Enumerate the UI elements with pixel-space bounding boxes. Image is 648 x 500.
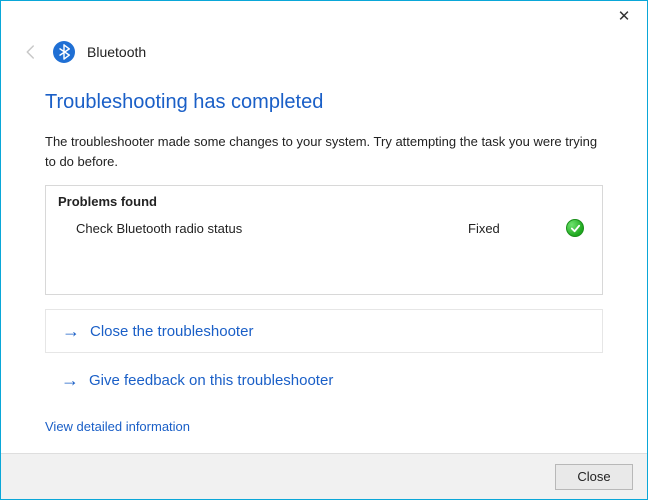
close-button[interactable]: Close [555,464,633,490]
titlebar: ✕ [1,1,647,35]
arrow-right-icon: → [62,322,80,340]
header-row: Bluetooth [1,35,647,63]
problem-name: Check Bluetooth radio status [76,221,468,236]
problem-status-icon-cell [558,219,584,237]
bluetooth-icon [53,41,75,63]
step-title: Troubleshooting has completed [45,91,603,114]
footer: Close [1,453,647,499]
close-icon: ✕ [618,7,631,25]
problem-status: Fixed [468,221,558,236]
arrow-right-icon: → [61,371,79,389]
close-troubleshooter-link[interactable]: → Close the troubleshooter [45,309,603,353]
give-feedback-link[interactable]: → Give feedback on this troubleshooter [45,359,603,401]
problems-found-header: Problems found [58,194,590,209]
close-troubleshooter-label: Close the troubleshooter [90,323,253,340]
step-description: The troubleshooter made some changes to … [45,132,603,171]
wizard-title: Bluetooth [87,44,146,60]
checkmark-icon [566,219,584,237]
back-arrow-icon [21,42,41,62]
window-close-button[interactable]: ✕ [601,1,647,31]
view-detailed-information-link[interactable]: View detailed information [45,419,190,434]
content-area: Troubleshooting has completed The troubl… [1,63,647,434]
problems-found-box: Problems found Check Bluetooth radio sta… [45,185,603,295]
give-feedback-label: Give feedback on this troubleshooter [89,372,333,389]
problem-row: Check Bluetooth radio status Fixed [58,217,590,239]
